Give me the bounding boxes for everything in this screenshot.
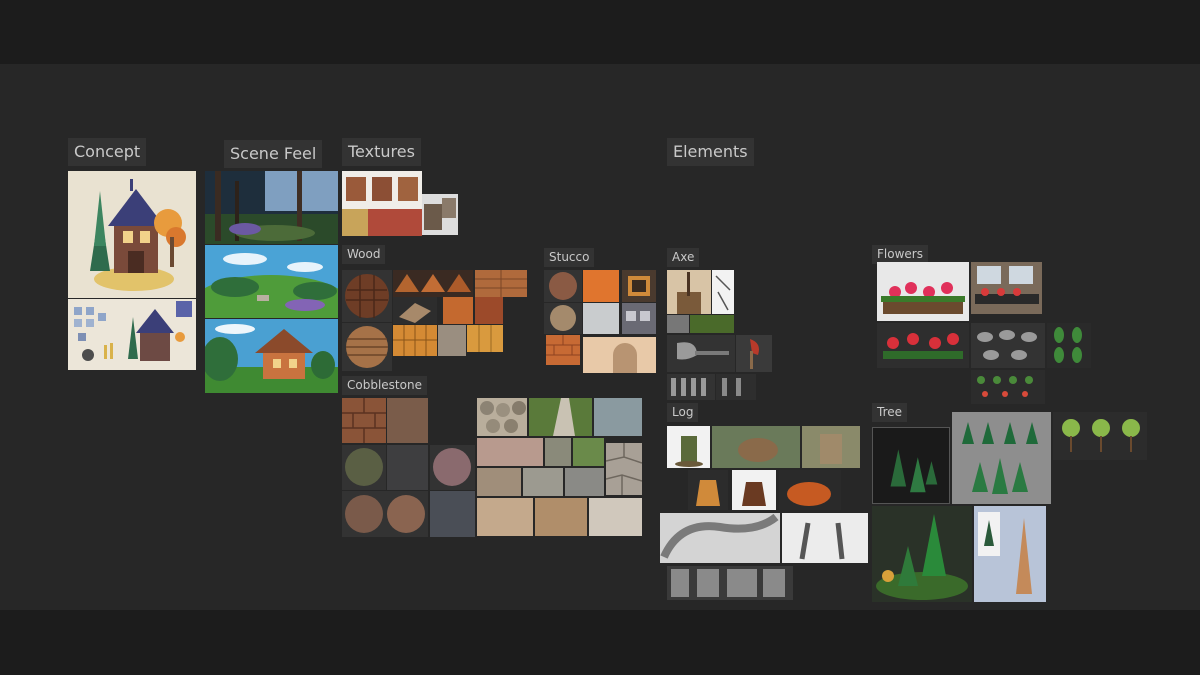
stucco-brick-tile xyxy=(546,335,580,365)
cobble-sphere-pair xyxy=(342,491,428,537)
scene-meadow-render xyxy=(205,245,338,318)
cobble-sphere-red xyxy=(430,445,475,490)
scene-forest-render xyxy=(205,171,338,244)
tree-carved-wood xyxy=(974,506,1046,602)
log-sculpt-roots xyxy=(782,513,868,563)
stucco-sphere-2 xyxy=(544,303,582,334)
wood-dark-swatch xyxy=(475,297,503,324)
cobble-brown-tiles xyxy=(342,398,386,443)
wood-tiles-angled xyxy=(393,270,473,297)
log-bark-row xyxy=(667,566,793,600)
wood-orange-swatch xyxy=(443,297,473,324)
wood-light-plank xyxy=(467,325,503,352)
tree-stylized-scene xyxy=(872,506,972,602)
label-elements: Elements xyxy=(667,138,754,166)
label-stucco: Stucco xyxy=(544,248,595,267)
wood-parquet xyxy=(393,325,437,356)
texture-wood-cylinders xyxy=(342,171,422,236)
flowers-balcony-photo xyxy=(971,262,1042,314)
cobble-dark-tile xyxy=(387,445,428,490)
flowers-leaf-sculpts xyxy=(971,323,1045,368)
cobble-flagstone xyxy=(606,443,642,495)
cobble-sand-stones xyxy=(477,498,533,536)
log-stump-white xyxy=(732,470,776,510)
cobble-slate-tile xyxy=(430,491,475,537)
cobble-sphere-mossy xyxy=(342,445,386,490)
cobble-small-wall xyxy=(545,438,571,466)
tree-pine-model xyxy=(872,427,950,504)
label-wood: Wood xyxy=(342,245,386,264)
axe-chopping-photo xyxy=(667,270,711,314)
texture-wood-props xyxy=(422,194,458,235)
flowers-leaf-atlas xyxy=(1047,323,1091,368)
cobble-white-stones xyxy=(589,498,642,536)
cobble-photo-round xyxy=(477,398,527,436)
label-concept: Concept xyxy=(68,138,147,166)
concept-sketch-sheet xyxy=(68,299,196,370)
wood-board-loose xyxy=(393,297,437,324)
tree-pine-lineup xyxy=(952,412,1051,504)
wood-sphere-barrel xyxy=(342,323,392,371)
cobble-wall-stones xyxy=(477,438,543,466)
cobble-brown-round xyxy=(477,468,521,496)
axe-row-grey xyxy=(667,374,715,400)
top-letterbox xyxy=(0,0,1200,64)
cobble-rough-tile xyxy=(387,398,428,443)
stucco-orange-tile xyxy=(583,270,619,302)
axe-moss-photo xyxy=(690,315,734,333)
concept-house-painting xyxy=(68,171,196,298)
label-axe: Axe xyxy=(667,248,700,267)
cobble-grey-round xyxy=(523,468,563,496)
wood-grey-plank xyxy=(438,325,466,356)
axe-row-dark xyxy=(716,374,756,400)
log-stump-model xyxy=(667,426,710,468)
stucco-building-photo xyxy=(622,303,656,334)
axe-diagram xyxy=(712,270,734,314)
flowers-geranium-model xyxy=(877,323,969,368)
label-tree: Tree xyxy=(872,403,908,422)
cobble-mossy-stones xyxy=(594,398,642,436)
flowers-plant-sheet xyxy=(971,370,1045,404)
flowers-window-box xyxy=(877,262,969,321)
wood-sphere-planks xyxy=(342,270,392,322)
wood-plank-tile xyxy=(475,270,527,297)
cobble-ochre-stones xyxy=(535,498,587,536)
cobble-grey-blocks xyxy=(565,468,604,496)
stucco-arch-wall xyxy=(583,337,656,373)
cobble-garden-path xyxy=(529,398,592,436)
label-textures: Textures xyxy=(342,138,421,166)
stucco-sphere-1 xyxy=(544,270,582,302)
log-sculpt-grey xyxy=(660,513,780,563)
label-cobblestone: Cobblestone xyxy=(342,376,427,395)
log-stump-orange xyxy=(688,470,728,510)
scene-cottage-render xyxy=(205,319,338,393)
axe-head-photo xyxy=(667,315,689,333)
label-log: Log xyxy=(667,403,699,422)
label-scene-feel: Scene Feel xyxy=(224,140,323,168)
log-stump-photo-2 xyxy=(802,426,860,468)
log-stump-photo xyxy=(712,426,800,468)
stucco-grey-wall xyxy=(583,303,619,334)
bottom-letterbox xyxy=(0,610,1200,675)
tree-round-lineup xyxy=(1053,412,1147,460)
stucco-window-detail xyxy=(622,270,656,302)
axe-model-red xyxy=(736,335,772,372)
axe-model-grey xyxy=(667,335,735,372)
cobble-garden-wall xyxy=(573,438,604,466)
log-stump-stylized xyxy=(779,470,841,510)
